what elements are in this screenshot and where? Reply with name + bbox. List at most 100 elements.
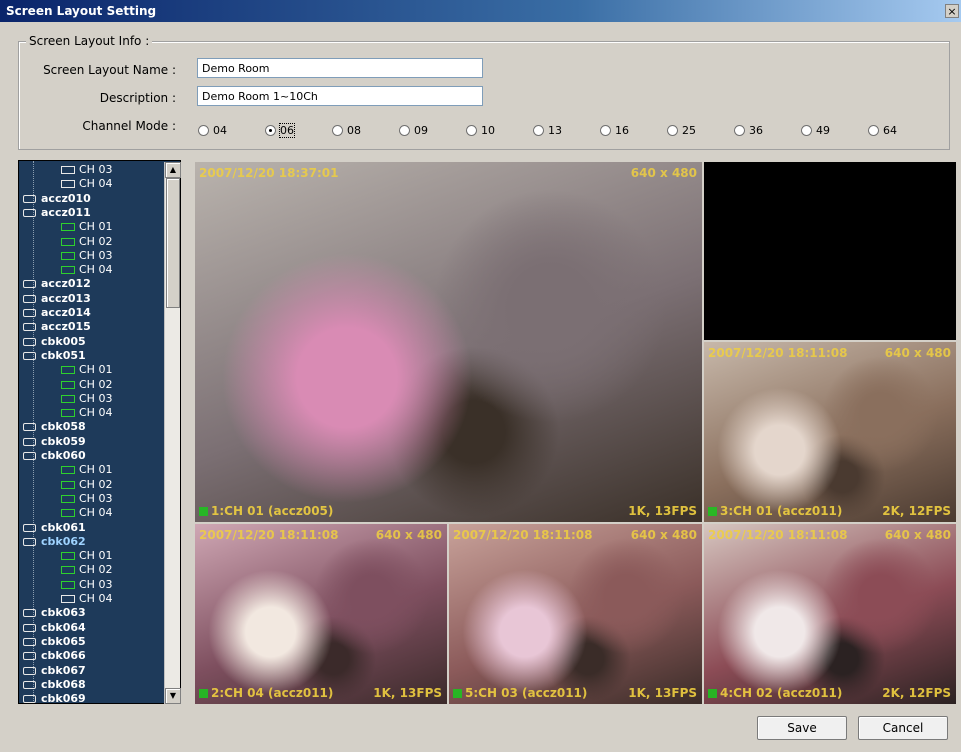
radio-dot-icon[interactable]	[667, 124, 678, 136]
tree-item-dvr[interactable]: cbk060	[21, 449, 86, 462]
live-indicator-icon	[708, 688, 717, 698]
tree-item-channel[interactable]: CH 04	[61, 506, 112, 519]
dvr-icon	[23, 695, 36, 703]
channel-mode-radio-13[interactable]: 13	[533, 122, 562, 138]
scroll-down-icon[interactable]: ▼	[165, 688, 181, 704]
tree-item-channel[interactable]: CH 04	[61, 177, 112, 190]
tree-item-dvr[interactable]: accz014	[21, 306, 91, 319]
channel-mode-radio-10[interactable]: 10	[466, 122, 495, 138]
channel-mode-radio-04[interactable]: 04	[198, 122, 227, 138]
tree-item-label: cbk051	[41, 348, 86, 362]
tree-scrollbar[interactable]: ▲ ▼	[164, 162, 181, 704]
tree-item-label: cbk065	[41, 634, 86, 648]
layout-name-input[interactable]	[197, 58, 483, 78]
tree-item-channel[interactable]: CH 02	[61, 378, 112, 391]
channel-mode-radio-09[interactable]: 09	[399, 122, 428, 138]
dvr-icon	[23, 337, 36, 346]
camera-tile-4[interactable]: 2007/12/20 18:11:08 640 x 480 1K, 13FPS 2:C…	[195, 524, 447, 704]
tree-item-dvr[interactable]: cbk051	[21, 349, 86, 362]
description-label: Description :	[99, 91, 176, 105]
tree-item-dvr[interactable]: cbk005	[21, 335, 86, 348]
tree-item-dvr[interactable]: cbk067	[21, 664, 86, 677]
camera-tile-3[interactable]: 2007/12/20 18:11:08 640 x 480 2K, 12FPS 3:C…	[704, 342, 956, 522]
tree-item-channel[interactable]: CH 04	[61, 263, 112, 276]
tree-item-channel[interactable]: CH 03	[61, 392, 112, 405]
radio-dot-icon[interactable]	[533, 124, 544, 136]
tree-item-dvr[interactable]: accz012	[21, 277, 91, 290]
camera-timestamp: 2007/12/20 18:11:08	[708, 528, 848, 542]
channel-mode-radio-08[interactable]: 08	[332, 122, 361, 138]
tree-item-label: cbk060	[41, 449, 86, 462]
radio-dot-icon[interactable]	[734, 124, 745, 136]
tree-item-channel[interactable]: CH 02	[61, 563, 112, 576]
layout-info-legend: Screen Layout Info :	[26, 34, 153, 48]
tree-item-channel[interactable]: CH 03	[61, 163, 112, 176]
dvr-icon	[23, 680, 36, 689]
tree-item-dvr[interactable]: cbk066	[21, 649, 86, 662]
camera-tile-1[interactable]: 2007/12/20 18:37:01 640 x 480 1K, 13FPS 1:C…	[195, 162, 702, 522]
channel-mode-radio-25[interactable]: 25	[667, 122, 696, 138]
tree-item-dvr[interactable]: cbk062	[21, 535, 86, 548]
camera-resolution: 640 x 480	[884, 528, 951, 542]
radio-dot-icon[interactable]	[332, 124, 343, 136]
radio-dot-icon[interactable]	[466, 124, 477, 136]
tree-item-dvr[interactable]: cbk063	[21, 606, 86, 619]
channel-mode-radio-64[interactable]: 64	[868, 122, 897, 138]
tree-item-channel[interactable]: CH 01	[61, 549, 112, 562]
cancel-button[interactable]: Cancel	[858, 716, 948, 740]
close-icon[interactable]: ×	[945, 4, 959, 18]
channel-mode-label: Channel Mode :	[82, 119, 176, 133]
channel-mode-label: 64	[883, 123, 897, 137]
tree-item-label: CH 04	[79, 177, 113, 191]
channel-mode-radio-49[interactable]: 49	[801, 122, 830, 138]
radio-dot-icon[interactable]	[265, 124, 276, 136]
tree-item-dvr[interactable]: cbk065	[21, 635, 86, 648]
camera-icon	[61, 394, 75, 403]
camera-icon-white	[61, 166, 75, 174]
dvr-icon	[23, 609, 36, 618]
radio-dot-icon[interactable]	[868, 124, 879, 136]
camera-tile-2[interactable]	[704, 162, 956, 340]
scroll-thumb[interactable]	[166, 178, 180, 308]
scroll-up-icon[interactable]: ▲	[165, 162, 181, 178]
tree-item-channel[interactable]: CH 04	[61, 592, 112, 605]
radio-dot-icon[interactable]	[600, 124, 611, 136]
channel-mode-radio-36[interactable]: 36	[734, 122, 763, 138]
tree-item-channel[interactable]: CH 03	[61, 492, 112, 505]
tree-item-channel[interactable]: CH 01	[61, 363, 112, 376]
tree-item-dvr[interactable]: accz013	[21, 292, 91, 305]
tree-item-dvr[interactable]: cbk068	[21, 678, 86, 691]
tree-item-label: CH 01	[79, 549, 113, 563]
tree-item-channel[interactable]: CH 01	[61, 463, 112, 476]
tree-item-dvr[interactable]: cbk059	[21, 435, 86, 448]
tree-item-dvr[interactable]: cbk069	[21, 692, 86, 703]
channel-mode-label: 49	[816, 123, 830, 137]
tree-item-dvr[interactable]: accz011	[21, 206, 91, 219]
radio-dot-icon[interactable]	[198, 124, 209, 136]
camera-tile-6[interactable]: 2007/12/20 18:11:08 640 x 480 2K, 12FPS 4:C…	[704, 524, 956, 704]
tree-item-dvr[interactable]: accz015	[21, 320, 91, 333]
camera-icon	[61, 251, 75, 260]
tree-item-channel[interactable]: CH 01	[61, 220, 112, 233]
channel-mode-label: 16	[615, 123, 629, 137]
camera-resolution: 640 x 480	[375, 528, 442, 542]
radio-dot-icon[interactable]	[399, 124, 410, 136]
tree-item-channel[interactable]: CH 03	[61, 249, 112, 262]
radio-dot-icon[interactable]	[801, 124, 812, 136]
camera-icon	[61, 266, 75, 275]
description-input[interactable]	[197, 86, 483, 106]
tree-item-dvr[interactable]: cbk064	[21, 621, 86, 634]
channel-mode-radio-16[interactable]: 16	[600, 122, 629, 138]
tree-item-channel[interactable]: CH 04	[61, 406, 112, 419]
device-tree[interactable]: CH 03 CH 04 accz010 accz011 CH 01 CH 02 CH 03 C…	[18, 160, 181, 704]
tree-item-channel[interactable]: CH 02	[61, 235, 112, 248]
tree-item-dvr[interactable]: cbk061	[21, 521, 86, 534]
channel-mode-radio-06[interactable]: 06	[265, 122, 295, 138]
tree-item-channel[interactable]: CH 03	[61, 578, 112, 591]
camera-tile-5[interactable]: 2007/12/20 18:11:08 640 x 480 1K, 13FPS 5:C…	[449, 524, 702, 704]
save-button[interactable]: Save	[757, 716, 847, 740]
tree-item-label: CH 03	[79, 248, 113, 262]
tree-item-channel[interactable]: CH 02	[61, 478, 112, 491]
tree-item-dvr[interactable]: cbk058	[21, 420, 86, 433]
tree-item-dvr[interactable]: accz010	[21, 192, 91, 205]
